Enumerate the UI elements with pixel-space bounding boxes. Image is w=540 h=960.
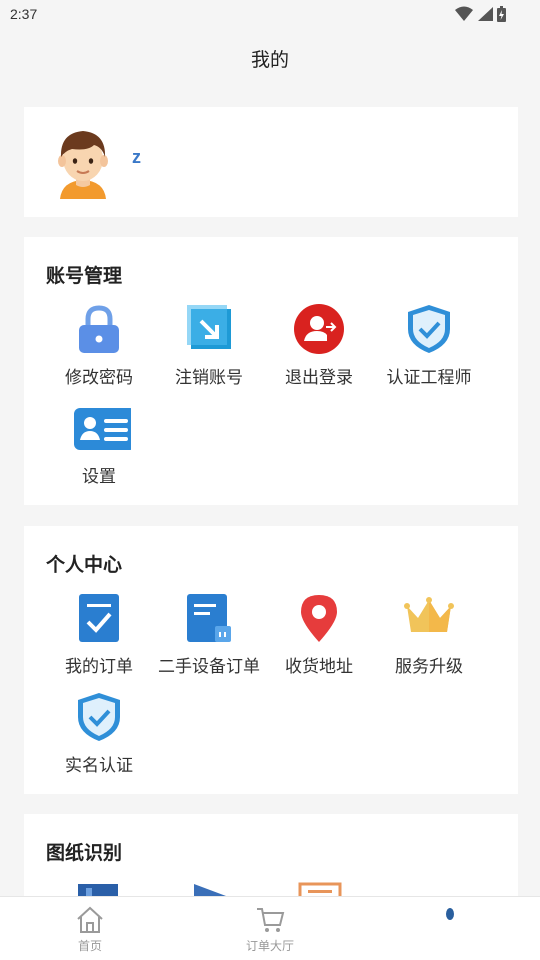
signal-icon xyxy=(478,7,493,21)
battery-icon xyxy=(497,6,506,22)
title-bar: 我的 xyxy=(0,40,540,80)
tab-order-hall-label: 订单大厅 xyxy=(245,939,294,953)
shield-check-icon xyxy=(78,693,120,741)
real-name-auth-button[interactable]: 实名认证 xyxy=(44,689,154,788)
username: z xyxy=(132,147,141,167)
avatar[interactable] xyxy=(52,125,114,199)
logout-button[interactable]: 退出登录 xyxy=(264,301,374,400)
page-title: 我的 xyxy=(250,49,289,71)
service-upgrade-label: 服务升级 xyxy=(395,657,463,677)
cancel-account-icon xyxy=(187,305,231,349)
settings-button[interactable]: 设置 xyxy=(44,400,154,499)
home-icon xyxy=(77,906,103,933)
id-card-icon xyxy=(74,408,131,450)
account-management-card: 账号管理 修改密码 注销账号 退出登录 认证工程师 设置 xyxy=(24,237,518,505)
status-bar: 2:37 xyxy=(0,0,540,30)
tab-profile[interactable] xyxy=(360,897,540,960)
profile-card[interactable]: z xyxy=(24,107,518,217)
logout-icon xyxy=(294,304,344,354)
my-orders-button[interactable]: 我的订单 xyxy=(44,590,154,689)
status-time: 2:37 xyxy=(10,6,38,22)
certify-engineer-button[interactable]: 认证工程师 xyxy=(374,301,484,400)
tab-order-hall[interactable]: 订单大厅 xyxy=(180,897,360,960)
real-name-auth-label: 实名认证 xyxy=(65,756,133,776)
used-device-orders-button[interactable]: 二手设备订单 xyxy=(154,590,264,689)
cart-icon xyxy=(257,908,285,932)
certify-engineer-label: 认证工程师 xyxy=(386,368,472,388)
drawing-recognition-card: 图纸识别 xyxy=(24,814,518,904)
personal-grid: 我的订单 二手设备订单 收货地址 服务升级 实名认证 xyxy=(44,590,494,788)
service-upgrade-button[interactable]: 服务升级 xyxy=(374,590,484,689)
section-title-personal: 个人中心 xyxy=(46,554,123,576)
status-icons xyxy=(455,6,506,22)
crown-icon xyxy=(404,597,454,632)
settings-label: 设置 xyxy=(82,467,116,487)
tab-home-label: 首页 xyxy=(77,939,102,953)
lock-icon xyxy=(79,305,119,353)
order-check-icon xyxy=(79,594,119,642)
shipping-address-button[interactable]: 收货地址 xyxy=(264,590,374,689)
device-order-icon xyxy=(187,594,231,642)
location-pin-icon xyxy=(301,595,337,642)
section-title-account: 账号管理 xyxy=(46,265,123,287)
change-password-button[interactable]: 修改密码 xyxy=(44,301,154,400)
section-title-drawing: 图纸识别 xyxy=(46,842,123,864)
personal-center-card: 个人中心 我的订单 二手设备订单 收货地址 服务升级 实名认证 xyxy=(24,526,518,794)
bottom-tab-bar: 首页 订单大厅 xyxy=(0,896,540,960)
profile-icon xyxy=(446,908,454,920)
wifi-icon xyxy=(455,6,473,21)
tab-home[interactable]: 首页 xyxy=(0,897,180,960)
shield-check-icon xyxy=(408,305,450,353)
account-grid: 修改密码 注销账号 退出登录 认证工程师 设置 xyxy=(44,301,494,499)
cancel-account-button[interactable]: 注销账号 xyxy=(154,301,264,400)
